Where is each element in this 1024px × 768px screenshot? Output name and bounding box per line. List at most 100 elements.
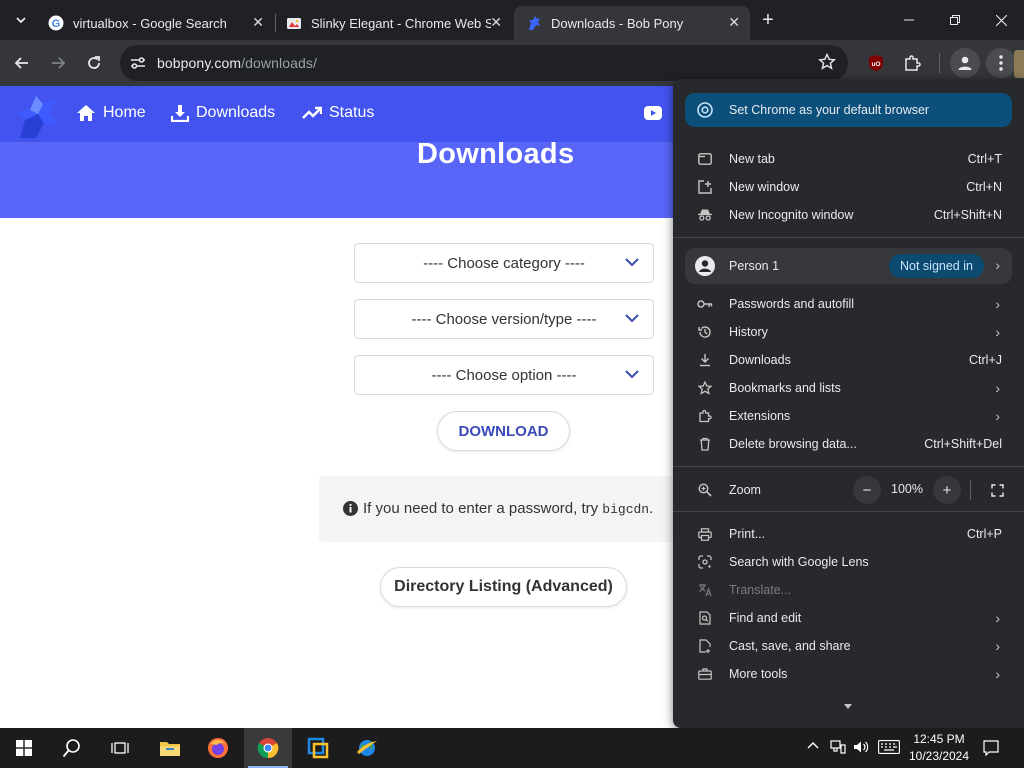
chrome-icon	[257, 738, 279, 759]
close-icon[interactable]: ✕	[728, 14, 740, 31]
cast-save-icon	[697, 638, 713, 654]
url-domain: bobpony.com	[157, 55, 242, 71]
version-select[interactable]: ---- Choose version/type ----	[354, 299, 654, 339]
menu-cast-save-share[interactable]: Cast, save, and share ›	[673, 632, 1024, 660]
tab-search-button[interactable]	[6, 5, 36, 35]
category-select[interactable]: ---- Choose category ----	[354, 243, 654, 283]
start-button[interactable]	[0, 728, 48, 768]
menu-label: Downloads	[729, 353, 791, 367]
minimize-icon	[904, 19, 914, 21]
version-select-value: ---- Choose version/type ----	[411, 310, 597, 328]
tab-strip: G virtualbox - Google Search ✕ Slinky El…	[0, 0, 1024, 40]
file-explorer-button[interactable]	[146, 728, 194, 768]
profile-button[interactable]	[950, 48, 980, 78]
toolbar-divider	[939, 53, 940, 73]
menu-downloads[interactable]: Downloads Ctrl+J	[673, 346, 1024, 374]
menu-bookmarks[interactable]: Bookmarks and lists ›	[673, 374, 1024, 402]
set-default-browser-button[interactable]: Set Chrome as your default browser	[685, 93, 1012, 127]
restore-icon	[950, 15, 960, 25]
close-window-button[interactable]	[978, 0, 1024, 40]
download-icon	[171, 105, 189, 122]
menu-new-tab[interactable]: New tab Ctrl+T	[673, 145, 1024, 173]
zoom-in-button[interactable]: +	[933, 476, 961, 504]
globe-app-button[interactable]	[343, 728, 391, 768]
bookmark-star-icon[interactable]	[818, 52, 836, 76]
close-icon[interactable]: ✕	[490, 14, 502, 31]
nav-status-link[interactable]: Status	[302, 104, 374, 122]
chrome-menu-button[interactable]	[986, 48, 1016, 78]
default-browser-label: Set Chrome as your default browser	[729, 103, 930, 117]
toolbox-icon	[697, 666, 713, 682]
menu-more-tools[interactable]: More tools ›	[673, 660, 1024, 688]
menu-print[interactable]: Print... Ctrl+P	[673, 520, 1024, 548]
volume-icon[interactable]	[853, 740, 869, 757]
scroll-down-icon[interactable]	[844, 698, 852, 712]
chrome-taskbar-button[interactable]	[244, 728, 292, 768]
notifications-icon[interactable]	[983, 740, 999, 759]
menu-delete-browsing-data[interactable]: Delete browsing data... Ctrl+Shift+Del	[673, 430, 1024, 458]
network-icon[interactable]	[830, 740, 846, 757]
show-hidden-icons-button[interactable]	[807, 738, 819, 753]
firefox-button[interactable]	[194, 728, 242, 768]
chevron-up-icon	[807, 742, 819, 749]
nav-home-label: Home	[103, 104, 146, 121]
task-view-button[interactable]	[96, 728, 144, 768]
url-path: /downloads/	[241, 55, 317, 71]
forward-button[interactable]	[43, 48, 73, 78]
restore-button[interactable]	[932, 0, 978, 40]
menu-shortcut: Ctrl+Shift+Del	[924, 437, 1002, 451]
incognito-icon	[697, 207, 713, 223]
plus-icon: +	[762, 8, 774, 31]
google-icon: G	[48, 15, 64, 31]
chevron-down-icon	[16, 17, 26, 24]
chevron-right-icon: ›	[995, 638, 1000, 654]
windows-taskbar: 12:45 PM 10/23/2024	[0, 728, 1024, 768]
close-icon[interactable]: ✕	[252, 14, 264, 31]
download-icon	[697, 352, 713, 368]
fullscreen-button[interactable]	[983, 476, 1011, 504]
nav-home-link[interactable]: Home	[76, 104, 146, 122]
back-button[interactable]	[7, 48, 37, 78]
directory-listing-button[interactable]: Directory Listing (Advanced)	[380, 567, 627, 607]
menu-history[interactable]: History ›	[673, 318, 1024, 346]
windows-logo-icon	[16, 740, 32, 756]
tab-bob-pony-downloads[interactable]: Downloads - Bob Pony ✕	[514, 6, 750, 40]
address-bar[interactable]: bobpony.com/downloads/	[120, 45, 848, 81]
menu-new-incognito[interactable]: New Incognito window Ctrl+Shift+N	[673, 201, 1024, 229]
menu-extensions[interactable]: Extensions ›	[673, 402, 1024, 430]
zoom-out-button[interactable]: −	[853, 476, 881, 504]
extensions-puzzle-icon[interactable]	[897, 48, 927, 78]
menu-new-window[interactable]: New window Ctrl+N	[673, 173, 1024, 201]
chevron-right-icon: ›	[995, 324, 1000, 340]
url-text: bobpony.com/downloads/	[157, 55, 317, 71]
task-view-icon	[111, 742, 129, 754]
new-window-icon	[697, 179, 713, 195]
tab-google-search[interactable]: G virtualbox - Google Search ✕	[36, 6, 274, 40]
globe-app-icon	[357, 740, 377, 756]
menu-passwords[interactable]: Passwords and autofill ›	[673, 290, 1024, 318]
minimize-button[interactable]	[886, 0, 932, 40]
history-icon	[697, 324, 713, 340]
option-select[interactable]: ---- Choose option ----	[354, 355, 654, 395]
tab-chrome-web-store[interactable]: Slinky Elegant - Chrome Web St ✕	[274, 6, 512, 40]
new-tab-button[interactable]: +	[753, 5, 783, 35]
virtualbox-button[interactable]	[294, 728, 342, 768]
site-info-icon[interactable]	[129, 54, 147, 77]
trend-up-icon	[302, 106, 322, 119]
nav-downloads-link[interactable]: Downloads	[171, 104, 275, 122]
page-title: Downloads	[417, 138, 575, 170]
menu-google-lens[interactable]: Search with Google Lens	[673, 548, 1024, 576]
file-explorer-icon	[160, 742, 180, 756]
system-clock[interactable]: 12:45 PM 10/23/2024	[906, 731, 972, 765]
menu-find-and-edit[interactable]: Find and edit ›	[673, 604, 1024, 632]
download-button[interactable]: DOWNLOAD	[437, 411, 570, 451]
youtube-icon[interactable]	[644, 106, 662, 125]
zoom-icon	[697, 482, 713, 498]
menu-person[interactable]: Person 1 Not signed in ›	[685, 248, 1012, 284]
search-button[interactable]	[48, 728, 96, 768]
ublock-extension-icon[interactable]: uO	[861, 48, 891, 78]
reload-button[interactable]	[79, 48, 109, 78]
keyboard-icon[interactable]	[878, 740, 900, 757]
notice-code: bigcdn	[602, 502, 650, 517]
bobpony-logo[interactable]	[12, 90, 64, 145]
